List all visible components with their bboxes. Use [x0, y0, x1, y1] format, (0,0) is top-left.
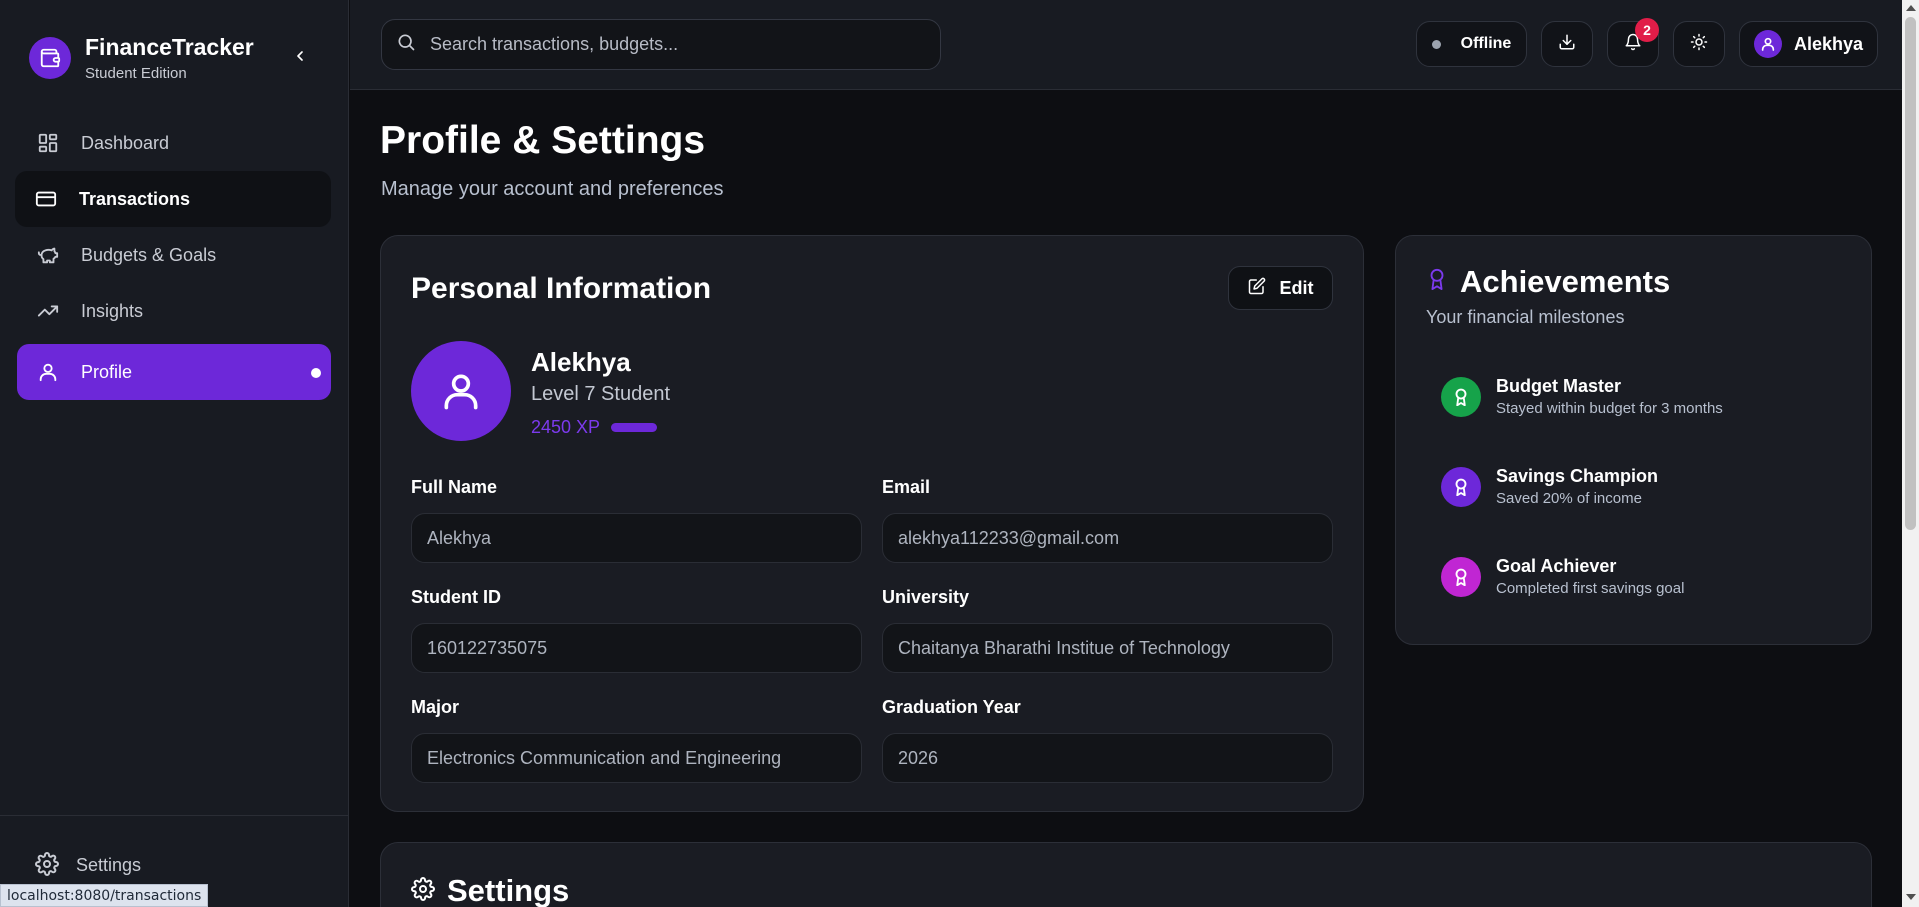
- gear-icon: [411, 873, 435, 907]
- scrollbar-thumb[interactable]: [1905, 17, 1916, 530]
- achievement-name: Goal Achiever: [1496, 556, 1617, 576]
- profile-name: Alekhya: [531, 347, 631, 377]
- award-icon: [1426, 264, 1448, 300]
- page-scrollbar[interactable]: [1902, 0, 1919, 907]
- user-menu-button[interactable]: Alekhya: [1739, 21, 1878, 67]
- settings-title-text: Settings: [447, 873, 570, 907]
- status-url: localhost:8080/transactions: [0, 884, 209, 907]
- sidebar-item-dashboard[interactable]: Dashboard: [17, 115, 331, 171]
- sidebar-item-insights[interactable]: Insights: [17, 283, 331, 339]
- student-id-label: Student ID: [411, 587, 501, 607]
- xp-display: 2450 XP: [531, 417, 658, 438]
- settings-card: Settings: [380, 842, 1872, 907]
- major-label: Major: [411, 697, 460, 717]
- brand[interactable]: FinanceTracker Student Edition: [29, 34, 254, 82]
- xp-value: 2450 XP: [531, 417, 601, 437]
- achievements-title-text: Achievements: [1460, 264, 1671, 299]
- full-name-label: Full Name: [411, 477, 498, 497]
- sidebar-item-label: Dashboard: [81, 132, 170, 153]
- achievement-item: Goal Achiever Completed first savings go…: [1441, 556, 1684, 597]
- page-subtitle: Manage your account and preferences: [381, 178, 724, 200]
- scroll-up-icon[interactable]: [1906, 5, 1916, 11]
- scroll-down-icon[interactable]: [1906, 894, 1916, 900]
- avatar: [1753, 30, 1782, 58]
- sidebar-item-budgets-goals[interactable]: Budgets & Goals: [17, 227, 331, 283]
- notifications-button[interactable]: 2: [1607, 18, 1659, 67]
- trending-up-icon: [35, 298, 61, 324]
- achievement-name: Savings Champion: [1496, 466, 1659, 486]
- page-title: Profile & Settings: [380, 119, 706, 162]
- app-name: FinanceTracker: [85, 34, 254, 60]
- achievement-desc: Saved 20% of income: [1496, 490, 1642, 507]
- search-box[interactable]: [381, 19, 941, 70]
- achievements-title: Achievements: [1426, 264, 1670, 300]
- achievements-subtitle: Your financial milestones: [1426, 307, 1625, 327]
- achievement-item: Savings Champion Saved 20% of income: [1441, 466, 1658, 507]
- edit-button[interactable]: Edit: [1228, 266, 1333, 310]
- award-icon: [1441, 466, 1481, 507]
- sidebar-item-label: Insights: [81, 300, 144, 321]
- status-dot: [1431, 39, 1441, 49]
- dashboard-icon: [35, 130, 61, 156]
- university-label: University: [882, 587, 970, 607]
- edit-icon: [1248, 277, 1266, 300]
- edit-label: Edit: [1279, 277, 1314, 298]
- user-name: Alekhya: [1793, 33, 1864, 54]
- student-id-field[interactable]: [411, 623, 862, 673]
- settings-title: Settings: [411, 873, 569, 907]
- sidebar-item-settings[interactable]: Settings: [35, 852, 141, 878]
- sidebar-item-label: Profile: [81, 361, 133, 382]
- xp-progress-bar: [611, 423, 658, 432]
- search-icon: [396, 32, 416, 57]
- sidebar-item-label: Settings: [76, 854, 142, 875]
- full-name-field[interactable]: [411, 513, 862, 563]
- graduation-year-label: Graduation Year: [882, 697, 1021, 717]
- user-icon: [35, 359, 61, 385]
- email-field[interactable]: [882, 513, 1333, 563]
- sidebar-nav: Dashboard Transactions Budgets & Goals I…: [15, 115, 331, 400]
- award-icon: [1441, 376, 1481, 417]
- university-field[interactable]: [882, 623, 1333, 673]
- top-actions: Offline 2 Alekhya: [1416, 18, 1878, 67]
- status-label: Offline: [1460, 35, 1512, 52]
- sidebar: FinanceTracker Student Edition Dashboard…: [0, 0, 349, 907]
- achievement-desc: Stayed within budget for 3 months: [1496, 400, 1723, 417]
- theme-toggle-button[interactable]: [1673, 21, 1725, 67]
- sidebar-item-label: Budgets & Goals: [81, 244, 217, 265]
- achievement-desc: Completed first savings goal: [1496, 580, 1685, 597]
- sidebar-item-transactions[interactable]: Transactions: [15, 171, 331, 227]
- active-indicator: [311, 368, 321, 378]
- achievements-card: Achievements Your financial milestones B…: [1395, 235, 1872, 645]
- download-button[interactable]: [1541, 21, 1593, 67]
- profile-level: Level 7 Student: [531, 383, 670, 405]
- download-icon: [1558, 33, 1576, 56]
- piggy-bank-icon: [35, 242, 61, 268]
- connection-status[interactable]: Offline: [1416, 21, 1527, 67]
- gear-icon: [35, 852, 61, 878]
- sidebar-item-label: Transactions: [79, 188, 191, 209]
- achievement-name: Budget Master: [1496, 376, 1622, 396]
- notification-badge: 2: [1635, 18, 1659, 42]
- profile-avatar: [411, 341, 511, 441]
- sidebar-item-profile[interactable]: Profile: [17, 344, 331, 400]
- achievement-item: Budget Master Stayed within budget for 3…: [1441, 376, 1723, 417]
- search-input[interactable]: [430, 34, 910, 55]
- personal-info-title: Personal Information: [411, 272, 712, 305]
- sun-icon: [1690, 33, 1708, 56]
- topbar: Offline 2 Alekhya: [350, 0, 1902, 90]
- graduation-year-field[interactable]: [882, 733, 1333, 783]
- card-icon: [33, 186, 59, 212]
- email-label: Email: [882, 477, 931, 497]
- app-edition: Student Edition: [85, 65, 187, 82]
- wallet-icon: [29, 37, 71, 79]
- chevron-left-icon[interactable]: [290, 46, 310, 66]
- major-field[interactable]: [411, 733, 862, 783]
- personal-info-card: Personal Information Edit Alekhya Level …: [380, 235, 1364, 812]
- award-icon: [1441, 556, 1481, 597]
